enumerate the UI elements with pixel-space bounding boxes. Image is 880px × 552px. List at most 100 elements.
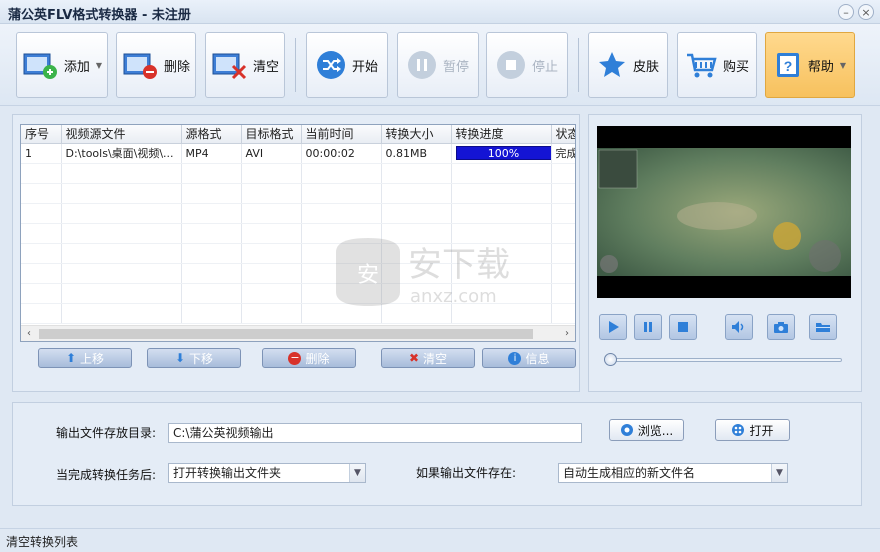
film-reel-icon	[732, 424, 745, 436]
table-row[interactable]: 1 D:\tools\桌面\视频\... MP4 AVI 00:00:02 0.…	[21, 143, 575, 164]
start-label: 开始	[351, 59, 378, 75]
pause-button[interactable]: 暂停	[397, 32, 479, 98]
chevron-down-icon[interactable]: ▼	[349, 464, 365, 482]
skin-label: 皮肤	[632, 59, 659, 75]
video-frame-image	[597, 126, 851, 298]
cell-status: 完成	[551, 143, 575, 164]
clear-button[interactable]: 清空	[205, 32, 285, 98]
folder-icon	[816, 323, 830, 332]
scrollbar-thumb[interactable]	[39, 329, 533, 339]
list-clear-label: 清空	[423, 351, 448, 366]
help-label: 帮助	[807, 59, 834, 75]
scroll-left-icon[interactable]: ‹	[21, 326, 37, 341]
cell-dst-format: AVI	[241, 143, 302, 164]
toolbar-separator	[295, 38, 296, 92]
arrow-down-icon: ⬇	[174, 351, 186, 365]
clear-video-icon	[212, 53, 247, 80]
list-delete-label: 删除	[305, 351, 330, 366]
gear-icon	[620, 424, 633, 436]
column-header[interactable]: 目标格式	[241, 125, 302, 144]
watermark-subtext: anxz.com	[410, 286, 497, 307]
camera-icon	[774, 322, 788, 333]
skin-button[interactable]: 皮肤	[588, 32, 668, 98]
file-exists-select[interactable]: 自动生成相应的新文件名 ▼	[558, 463, 788, 483]
info-label: 信息	[525, 351, 550, 366]
chevron-down-icon: ▼	[95, 60, 103, 70]
cell-size: 0.81MB	[381, 143, 452, 164]
volume-button[interactable]	[725, 314, 753, 340]
toolbar-separator	[578, 38, 579, 92]
seek-track[interactable]	[610, 358, 842, 362]
column-header[interactable]: 序号	[21, 125, 62, 144]
clear-label: 清空	[252, 59, 279, 75]
add-button[interactable]: 添加 ▼	[16, 32, 108, 98]
chevron-down-icon: ▼	[839, 60, 847, 70]
info-button[interactable]: i 信息	[482, 348, 576, 368]
list-delete-button[interactable]: − 删除	[262, 348, 356, 368]
column-header[interactable]: 源格式	[181, 125, 242, 144]
add-label: 添加	[63, 59, 90, 75]
speaker-icon	[732, 321, 744, 333]
seek-slider-thumb[interactable]	[604, 353, 617, 366]
minimize-button[interactable]: –	[838, 4, 854, 20]
output-dir-label: 输出文件存放目录:	[56, 426, 157, 440]
toolbar: 添加 ▼ 删除 清空 开始 暂停 停止 皮肤 购买 ? 帮助 ▼	[0, 24, 880, 106]
after-complete-label: 当完成转换任务后:	[56, 468, 157, 482]
star-icon	[598, 52, 625, 77]
pause-label: 暂停	[442, 59, 469, 75]
watermark-text: 安下载	[408, 245, 510, 285]
stop-label: 停止	[531, 59, 558, 75]
scroll-right-icon[interactable]: ›	[559, 326, 575, 341]
stop-button[interactable]: 停止	[486, 32, 568, 98]
after-complete-select[interactable]: 打开转换输出文件夹 ▼	[168, 463, 366, 483]
browse-button[interactable]: 浏览...	[609, 419, 684, 441]
open-folder-button[interactable]	[809, 314, 837, 340]
status-text: 清空转换列表	[6, 535, 79, 549]
player-stop-button[interactable]	[669, 314, 697, 340]
output-settings-panel	[12, 402, 862, 506]
progress-bar: 100%	[455, 146, 550, 160]
video-preview	[597, 126, 851, 298]
start-button[interactable]: 开始	[306, 32, 388, 98]
column-header[interactable]: 当前时间	[301, 125, 382, 144]
move-down-button[interactable]: ⬇ 下移	[147, 348, 241, 368]
buy-button[interactable]: 购买	[677, 32, 757, 98]
help-icon: ?	[776, 53, 799, 77]
delete-video-icon	[123, 53, 157, 79]
cell-progress: 100%	[451, 143, 552, 164]
chevron-down-icon[interactable]: ▼	[771, 464, 787, 482]
x-icon: ✖	[408, 351, 420, 365]
add-video-icon	[23, 53, 57, 79]
help-button[interactable]: ? 帮助 ▼	[765, 32, 855, 98]
window-title: 蒲公英FLV格式转换器 - 未注册	[8, 8, 191, 23]
play-button[interactable]	[599, 314, 627, 340]
svg-text:?: ?	[784, 58, 793, 74]
pause-icon	[407, 51, 436, 79]
move-up-button[interactable]: ⬆ 上移	[38, 348, 132, 368]
cart-icon	[686, 53, 717, 78]
delete-button[interactable]: 删除	[116, 32, 196, 98]
snapshot-button[interactable]	[767, 314, 795, 340]
column-header[interactable]: 转换进度	[451, 125, 552, 144]
column-header[interactable]: 视频源文件	[61, 125, 182, 144]
browse-label: 浏览...	[637, 423, 674, 438]
player-pause-button[interactable]	[634, 314, 662, 340]
status-bar: 清空转换列表	[0, 528, 880, 552]
cell-time: 00:00:02	[301, 143, 382, 164]
column-header[interactable]: 转换大小	[381, 125, 452, 144]
arrow-up-icon: ⬆	[65, 351, 77, 365]
output-dir-field[interactable]: C:\蒲公英视频输出	[168, 423, 582, 443]
list-clear-button[interactable]: ✖ 清空	[381, 348, 475, 368]
title-bar: 蒲公英FLV格式转换器 - 未注册 – ×	[0, 0, 880, 24]
move-down-label: 下移	[189, 351, 214, 366]
horizontal-scrollbar[interactable]: ‹ ›	[21, 325, 575, 341]
play-icon	[609, 321, 619, 333]
column-header[interactable]: 状态	[551, 125, 575, 144]
open-output-button[interactable]: 打开	[715, 419, 790, 441]
close-button[interactable]: ×	[858, 4, 874, 20]
close-icon: ×	[861, 5, 871, 19]
minimize-icon: –	[843, 5, 849, 19]
move-up-label: 上移	[80, 351, 105, 366]
open-output-label: 打开	[749, 423, 774, 438]
pause-icon	[644, 322, 652, 332]
